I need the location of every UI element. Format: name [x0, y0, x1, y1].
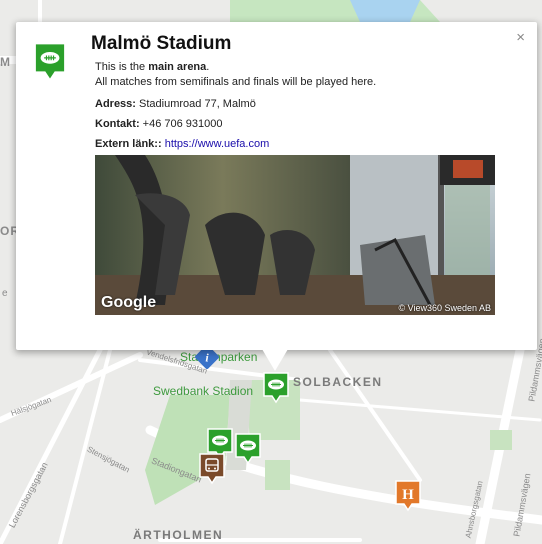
gym-photo-image	[95, 155, 495, 315]
popup-pointer	[262, 349, 288, 371]
bus-icon	[199, 453, 225, 485]
contact-row: Kontakt: +46 706 931000	[95, 117, 376, 132]
football-icon	[35, 44, 65, 79]
google-logo: Google	[101, 294, 157, 311]
intro-line: This is the main arena.	[95, 60, 376, 75]
contact-label: Kontakt:	[95, 118, 140, 130]
football-icon	[235, 433, 261, 465]
popup-content: This is the main arena. All matches from…	[95, 60, 376, 152]
district-label: ÄRTHOLMEN	[133, 528, 224, 542]
link-row: Extern länk:: https://www.uefa.com	[95, 137, 376, 152]
park-label: Swedbank Stadion	[153, 384, 254, 398]
intro-bold: main arena	[148, 61, 207, 73]
external-link[interactable]: https://www.uefa.com	[165, 138, 270, 150]
info-window: × Malmö Stadium This is the main arena. …	[16, 22, 537, 350]
intro-suffix: .	[206, 61, 210, 73]
district-label: SOLBACKEN	[293, 375, 383, 389]
street-view-photo[interactable]: Google © View360 Sweden AB	[95, 155, 495, 315]
address-label: Adress:	[95, 98, 136, 110]
address-value: Stadiumroad 77, Malmö	[139, 98, 256, 110]
football-icon	[263, 372, 289, 404]
contact-value: +46 706 931000	[142, 118, 223, 130]
map-edge-label: e	[2, 288, 8, 299]
stadium-category-icon	[33, 42, 67, 87]
map-edge-label: M	[0, 55, 11, 69]
link-label: Extern länk::	[95, 138, 162, 150]
intro-prefix: This is the	[95, 61, 149, 73]
close-button[interactable]: ×	[516, 30, 525, 45]
intro-line-2: All matches from semifinals and finals w…	[95, 76, 377, 88]
photo-credit: © View360 Sweden AB	[398, 303, 491, 313]
hotel-icon: H	[395, 480, 421, 512]
popup-title: Malmö Stadium	[91, 33, 232, 54]
svg-text:H: H	[402, 487, 414, 503]
address-row: Adress: Stadiumroad 77, Malmö	[95, 97, 376, 112]
